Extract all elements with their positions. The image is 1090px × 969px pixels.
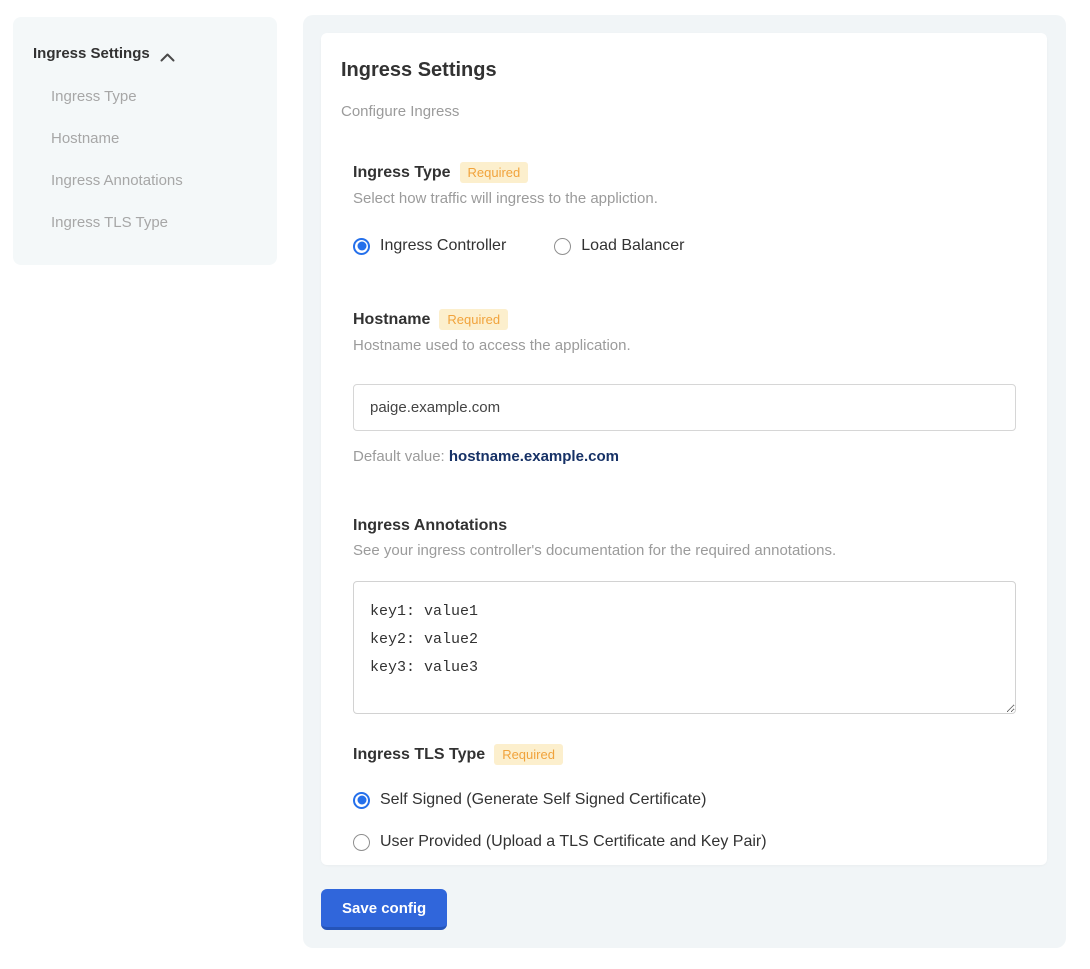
radio-option-user-provided[interactable]: User Provided (Upload a TLS Certificate … (353, 833, 1015, 851)
chevron-up-icon (160, 49, 175, 58)
field-group-ingress-tls-type: Ingress TLS Type Required Self Signed (G… (353, 744, 1015, 851)
radio-label: Ingress Controller (380, 237, 506, 255)
sidebar-item-ingress-tls-type[interactable]: Ingress TLS Type (51, 213, 257, 233)
annotations-textarea[interactable]: key1: value1 key2: value2 key3: value3 (353, 581, 1016, 714)
tls-type-label: Ingress TLS Type (353, 746, 485, 764)
radio-option-ingress-controller[interactable]: Ingress Controller (353, 237, 506, 255)
sidebar-item-list: Ingress Type Hostname Ingress Annotation… (51, 87, 257, 233)
hostname-label-row: Hostname Required (353, 309, 1015, 330)
field-group-ingress-type: Ingress Type Required Select how traffic… (353, 162, 1015, 255)
sidebar-group-ingress-settings[interactable]: Ingress Settings (33, 45, 257, 62)
hostname-help: Hostname used to access the application. (353, 337, 1015, 354)
hostname-input[interactable] (353, 384, 1016, 431)
hostname-default-line: Default value: hostname.example.com (353, 448, 1015, 465)
annotations-label-row: Ingress Annotations (353, 517, 1015, 535)
radio-unselected-icon[interactable] (554, 238, 571, 255)
tls-type-options: Self Signed (Generate Self Signed Certif… (353, 791, 1015, 851)
config-sidebar: Ingress Settings Ingress Type Hostname I… (13, 17, 277, 265)
radio-option-self-signed[interactable]: Self Signed (Generate Self Signed Certif… (353, 791, 1015, 809)
annotations-help: See your ingress controller's documentat… (353, 542, 1015, 559)
radio-label: User Provided (Upload a TLS Certificate … (380, 833, 767, 851)
field-group-ingress-annotations: Ingress Annotations See your ingress con… (353, 517, 1015, 714)
radio-selected-icon[interactable] (353, 238, 370, 255)
radio-unselected-icon[interactable] (353, 834, 370, 851)
annotations-label: Ingress Annotations (353, 517, 507, 535)
required-badge: Required (439, 309, 508, 330)
save-config-button[interactable]: Save config (321, 889, 447, 930)
page-title: Ingress Settings (341, 59, 1015, 82)
radio-label: Load Balancer (581, 237, 684, 255)
default-value-prefix: Default value: (353, 448, 449, 465)
default-value-text: hostname.example.com (449, 448, 619, 465)
page-subtitle: Configure Ingress (341, 103, 1015, 120)
radio-option-load-balancer[interactable]: Load Balancer (554, 237, 684, 255)
sidebar-item-ingress-annotations[interactable]: Ingress Annotations (51, 171, 257, 191)
ingress-type-help: Select how traffic will ingress to the a… (353, 190, 1015, 207)
required-badge: Required (460, 162, 529, 183)
config-card: Ingress Settings Configure Ingress Ingre… (321, 33, 1047, 865)
sidebar-group-label: Ingress Settings (33, 45, 150, 62)
hostname-label: Hostname (353, 311, 430, 329)
tls-type-label-row: Ingress TLS Type Required (353, 744, 1015, 765)
ingress-type-label-row: Ingress Type Required (353, 162, 1015, 183)
ingress-type-options: Ingress Controller Load Balancer (353, 237, 1015, 255)
field-group-hostname: Hostname Required Hostname used to acces… (353, 309, 1015, 465)
ingress-type-label: Ingress Type (353, 164, 451, 182)
radio-selected-icon[interactable] (353, 792, 370, 809)
radio-label: Self Signed (Generate Self Signed Certif… (380, 791, 706, 809)
required-badge: Required (494, 744, 563, 765)
sidebar-item-hostname[interactable]: Hostname (51, 129, 257, 149)
config-panel: Ingress Settings Configure Ingress Ingre… (303, 15, 1066, 948)
sidebar-item-ingress-type[interactable]: Ingress Type (51, 87, 257, 107)
